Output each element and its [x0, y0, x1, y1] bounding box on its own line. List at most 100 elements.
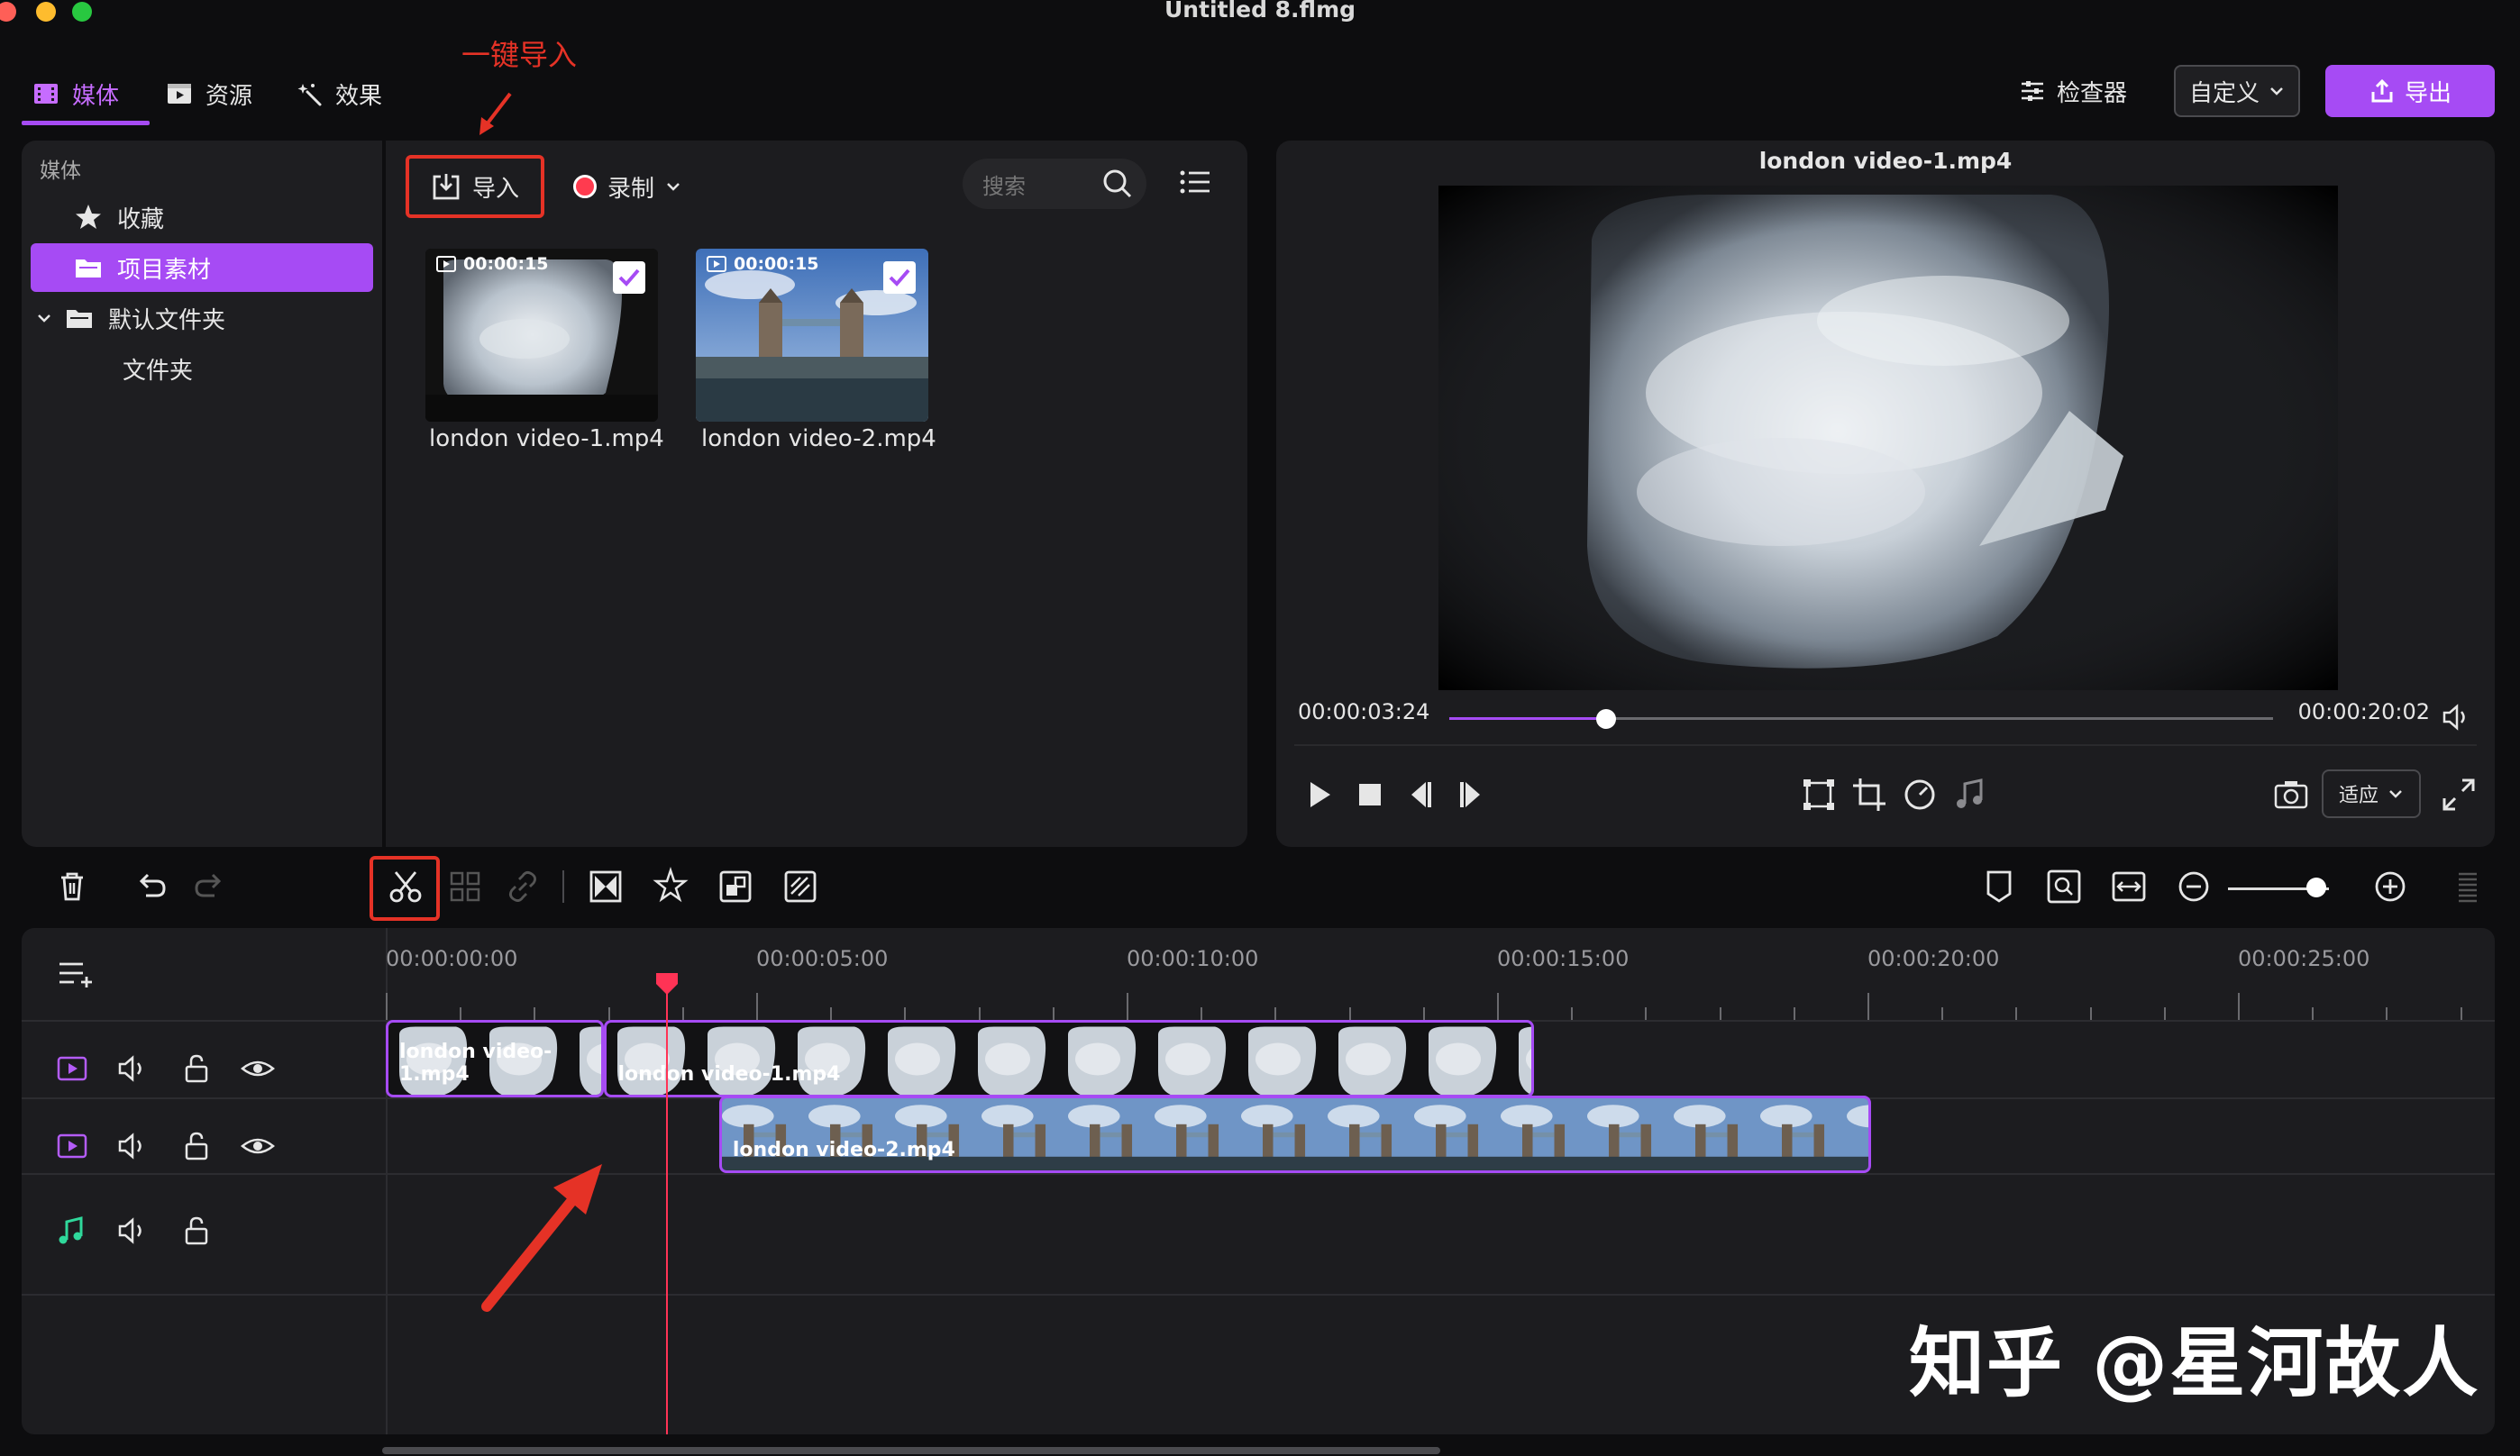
group-icon[interactable]	[445, 867, 485, 906]
layout-select-value: 自定义	[2188, 79, 2260, 107]
export-button[interactable]: 导出	[2325, 65, 2495, 117]
tab-effects[interactable]: 效果	[296, 76, 382, 112]
fit-select[interactable]: 适应	[2322, 769, 2421, 818]
sliders-icon	[2022, 81, 2043, 101]
tab-media[interactable]: 媒体	[32, 76, 119, 112]
ruler-major-tick	[2238, 993, 2240, 1020]
delete-icon[interactable]	[52, 867, 92, 906]
chevron-down-icon	[2389, 790, 2402, 798]
play-icon[interactable]	[1300, 775, 1339, 814]
add-track-icon[interactable]	[56, 955, 96, 995]
track-volume-icon[interactable]	[115, 1128, 151, 1164]
transform-icon[interactable]	[1799, 775, 1839, 814]
sidebar-item-default-folder[interactable]: 默认文件夹	[31, 294, 373, 342]
tab-effects-label: 效果	[335, 82, 383, 110]
track-lock-icon[interactable]	[178, 1128, 215, 1164]
active-tab-indicator	[22, 121, 150, 125]
ruler-minor-tick	[1274, 1007, 1277, 1020]
marker-icon[interactable]	[1979, 867, 2019, 906]
inspector-button[interactable]: 检查器	[2019, 65, 2127, 117]
tab-resources[interactable]: 资源	[166, 76, 252, 112]
undo-icon[interactable]	[132, 867, 171, 906]
playhead-line[interactable]	[666, 978, 669, 1434]
clip-frame-thumbnail	[1237, 1023, 1328, 1095]
grip-handle-icon[interactable]	[2448, 867, 2488, 906]
ruler-minor-tick	[2460, 1007, 2462, 1020]
fit-select-value: 适应	[2338, 785, 2378, 807]
import-button[interactable]: 导入	[406, 155, 544, 218]
zoom-out-icon[interactable]	[2174, 867, 2214, 906]
sidebar-item-project-media[interactable]: 项目素材	[31, 243, 373, 292]
redo-icon[interactable]	[189, 867, 229, 906]
app-window: Untitled 8.flmg 媒体 资源 效果 一键导入 检查器 自定义 导出…	[0, 0, 2520, 1456]
playhead-handle[interactable]	[654, 971, 680, 996]
playback-progress-bar[interactable]	[1449, 709, 2273, 729]
media-select-checkbox[interactable]	[883, 261, 916, 294]
clip-frame-thumbnail	[1759, 1098, 1847, 1170]
progress-knob[interactable]	[1595, 709, 1616, 729]
ruler-label: 00:00:15:00	[1497, 946, 1630, 971]
track-visibility-icon[interactable]	[240, 1128, 276, 1164]
toolbar-divider	[562, 870, 564, 903]
scissors-icon[interactable]	[386, 867, 425, 906]
fit-width-icon[interactable]	[2109, 867, 2149, 906]
clip-thumbnails	[607, 1023, 1532, 1095]
media-item-2[interactable]: 00:00:15	[696, 249, 928, 422]
track-volume-icon[interactable]	[115, 1213, 151, 1249]
previous-frame-icon[interactable]	[1401, 775, 1440, 814]
chevron-down-icon[interactable]	[36, 310, 52, 326]
tab-resources-label: 资源	[205, 82, 253, 110]
timeline-clip[interactable]: london video-1.mp4	[386, 1020, 605, 1097]
layout-select[interactable]: 自定义	[2174, 65, 2300, 117]
search-icon[interactable]	[1101, 168, 1134, 200]
ruler-major-tick	[1127, 993, 1128, 1020]
play-box-icon	[168, 84, 191, 104]
record-button[interactable]: 录制	[573, 164, 681, 209]
clip-frame-thumbnail	[1673, 1098, 1760, 1170]
next-frame-icon[interactable]	[1451, 775, 1491, 814]
mask-icon[interactable]	[781, 867, 820, 906]
clip-label: london video-1.mp4	[617, 1063, 841, 1086]
track-lock-icon[interactable]	[178, 1213, 215, 1249]
video-viewer[interactable]	[1438, 186, 2338, 690]
ruler-major-tick	[756, 993, 758, 1020]
volume-icon[interactable]	[2441, 701, 2473, 733]
media-name: london video-2.mp4	[701, 425, 936, 452]
clip-frame-thumbnail	[721, 1098, 808, 1170]
timeline-clip[interactable]: london video-1.mp4	[604, 1020, 1535, 1097]
snapshot-camera-icon[interactable]	[2271, 775, 2311, 814]
video-track-icon	[57, 1133, 87, 1159]
ruler-minor-tick	[534, 1007, 536, 1020]
track-divider	[22, 1294, 2495, 1296]
clip-frame-thumbnail	[1240, 1098, 1328, 1170]
sidebar-item-favorites[interactable]: 收藏	[31, 193, 373, 241]
sticker-star-icon[interactable]	[651, 867, 690, 906]
media-select-checkbox[interactable]	[613, 261, 645, 294]
zoom-fit-icon[interactable]	[2044, 867, 2084, 906]
timeline-clip[interactable]: london video-2.mp4	[718, 1096, 1872, 1173]
timeline-horizontal-scrollbar[interactable]	[382, 1447, 1440, 1454]
sidebar-item-folder[interactable]: 文件夹	[31, 344, 373, 393]
link-icon[interactable]	[503, 867, 543, 906]
crop-icon[interactable]	[1849, 775, 1889, 814]
record-icon	[573, 175, 597, 198]
overlay-icon[interactable]	[716, 867, 755, 906]
sidebar-item-label: 默认文件夹	[108, 306, 226, 334]
track-volume-icon[interactable]	[115, 1051, 151, 1087]
record-label: 录制	[607, 175, 655, 203]
music-note-icon[interactable]	[1950, 775, 1990, 814]
stop-icon[interactable]	[1350, 775, 1390, 814]
ruler-minor-tick	[978, 1007, 981, 1020]
track-lock-icon[interactable]	[178, 1051, 215, 1087]
ruler-minor-tick	[2015, 1007, 2018, 1020]
transition-icon[interactable]	[586, 867, 625, 906]
zoom-in-icon[interactable]	[2370, 867, 2410, 906]
zoom-slider-knob[interactable]	[2306, 878, 2327, 897]
fullscreen-icon[interactable]	[2439, 775, 2479, 814]
media-item-1[interactable]: 00:00:15	[425, 249, 658, 422]
media-browser: 导入 录制 搜索 00:00:15 london video-1.mp4 00:…	[386, 141, 1247, 847]
track-visibility-icon[interactable]	[240, 1051, 276, 1087]
list-view-icon[interactable]	[1175, 162, 1215, 202]
search-input[interactable]: 搜索	[963, 159, 1146, 209]
speed-icon[interactable]	[1900, 775, 1940, 814]
